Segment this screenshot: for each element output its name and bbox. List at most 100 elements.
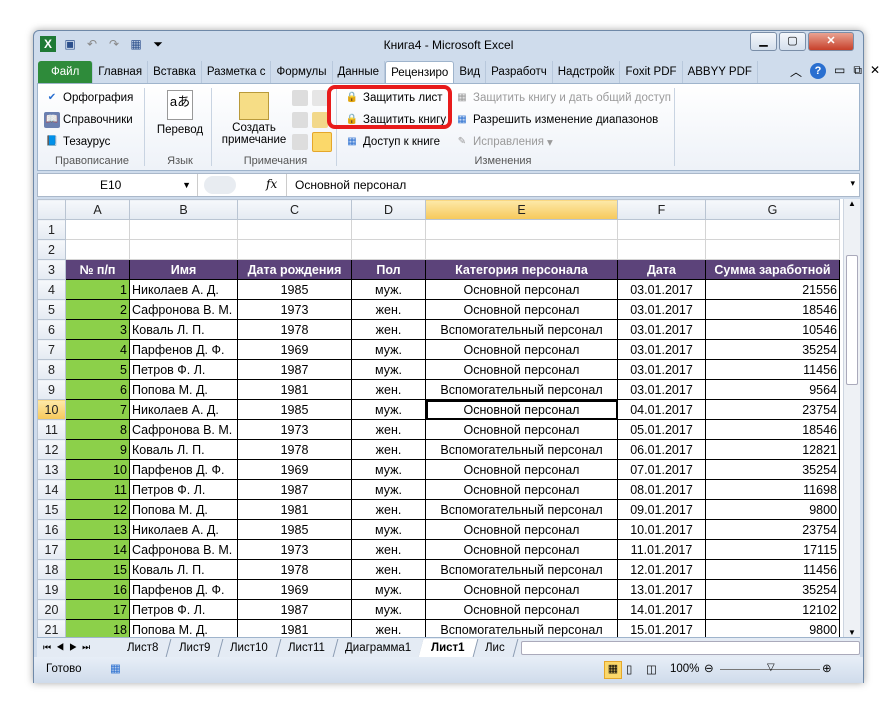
cell[interactable]: 1 xyxy=(65,279,130,300)
cell[interactable]: 08.01.2017 xyxy=(617,479,706,500)
cell[interactable]: Сафронова В. М. xyxy=(129,299,238,320)
cell[interactable] xyxy=(617,239,706,260)
share-workbook-button[interactable]: ▦ Доступ к книге xyxy=(344,134,440,150)
maximize-button[interactable]: ▢ xyxy=(779,32,806,51)
cell[interactable]: жен. xyxy=(351,499,426,520)
row-header[interactable]: 4 xyxy=(37,279,66,300)
column-header-G[interactable]: G xyxy=(705,199,840,220)
cell[interactable]: 14.01.2017 xyxy=(617,599,706,620)
cell[interactable]: 4 xyxy=(65,339,130,360)
cell[interactable] xyxy=(425,219,618,240)
cell[interactable]: 1969 xyxy=(237,339,352,360)
cell[interactable]: 12102 xyxy=(705,599,840,620)
scroll-up-icon[interactable]: ▲ xyxy=(844,199,860,215)
row-header[interactable]: 11 xyxy=(37,419,66,440)
cell[interactable]: 03.01.2017 xyxy=(617,279,706,300)
cell[interactable] xyxy=(425,239,618,260)
new-comment-button[interactable]: Создать примечание xyxy=(218,88,290,146)
cell[interactable]: 11698 xyxy=(705,479,840,500)
column-title[interactable]: Пол xyxy=(351,259,426,280)
cell[interactable] xyxy=(351,219,426,240)
cell[interactable] xyxy=(65,239,130,260)
collapse-ribbon-icon[interactable]: ︿ xyxy=(790,63,802,80)
cell[interactable]: 6 xyxy=(65,379,130,400)
active-cell[interactable]: Основной персонал xyxy=(425,399,618,420)
cell[interactable]: муж. xyxy=(351,479,426,500)
tab-2[interactable]: Вставка xyxy=(148,61,202,83)
cell[interactable]: 1969 xyxy=(237,459,352,480)
page-break-view-icon[interactable]: ◫ xyxy=(646,662,657,676)
cell[interactable]: 03.01.2017 xyxy=(617,339,706,360)
column-header-E[interactable]: E xyxy=(425,199,618,220)
show-ink-icon[interactable] xyxy=(312,90,328,106)
cell[interactable]: муж. xyxy=(351,359,426,380)
cell[interactable]: Вспомогательный персонал xyxy=(425,439,618,460)
macro-record-icon[interactable]: ▦ xyxy=(110,661,121,675)
cell[interactable]: Основной персонал xyxy=(425,579,618,600)
tab-9[interactable]: Надстройк xyxy=(553,61,621,83)
sheet-tab[interactable]: Лист11 xyxy=(275,638,339,657)
column-title[interactable]: Дата рождения xyxy=(237,259,352,280)
cell[interactable]: жен. xyxy=(351,539,426,560)
cell[interactable]: 14 xyxy=(65,539,130,560)
column-title[interactable]: Сумма заработной xyxy=(705,259,840,280)
thesaurus-button[interactable]: 📘 Тезаурус xyxy=(44,134,111,150)
cell[interactable]: 23754 xyxy=(705,399,840,420)
cell[interactable]: 10.01.2017 xyxy=(617,519,706,540)
doc-minimize-icon[interactable]: ▭ xyxy=(834,63,845,80)
tab-7[interactable]: Вид xyxy=(454,61,487,83)
sheet-tab[interactable]: Диаграмма1 xyxy=(332,638,425,657)
vertical-scroll-thumb[interactable] xyxy=(846,255,858,385)
allow-edit-ranges-button[interactable]: ▦ Разрешить изменение диапазонов xyxy=(454,112,658,128)
cell[interactable]: Попова М. Д. xyxy=(129,499,238,520)
cell[interactable]: 13.01.2017 xyxy=(617,579,706,600)
cell[interactable]: 1973 xyxy=(237,419,352,440)
column-header-C[interactable]: C xyxy=(237,199,352,220)
cell[interactable]: муж. xyxy=(351,339,426,360)
cell[interactable] xyxy=(705,219,840,240)
cell[interactable]: 1978 xyxy=(237,319,352,340)
page-layout-view-icon[interactable]: ▯ xyxy=(626,662,632,676)
cell[interactable]: Основной персонал xyxy=(425,339,618,360)
cell[interactable]: Основной персонал xyxy=(425,459,618,480)
row-header[interactable]: 13 xyxy=(37,459,66,480)
formula-input[interactable]: Основной персонал xyxy=(286,174,846,196)
tab-0[interactable]: Файл xyxy=(38,61,94,83)
cell[interactable]: 10 xyxy=(65,459,130,480)
cell[interactable]: 18546 xyxy=(705,299,840,320)
cell[interactable]: 06.01.2017 xyxy=(617,439,706,460)
row-header[interactable]: 12 xyxy=(37,439,66,460)
zoom-in-icon[interactable]: ⊕ xyxy=(822,661,832,675)
cell[interactable]: 18546 xyxy=(705,419,840,440)
row-header[interactable]: 15 xyxy=(37,499,66,520)
cell[interactable]: Петров Ф. Л. xyxy=(129,359,238,380)
cell[interactable]: 23754 xyxy=(705,519,840,540)
row-header[interactable]: 18 xyxy=(37,559,66,580)
row-header[interactable]: 6 xyxy=(37,319,66,340)
show-all-comments-icon[interactable] xyxy=(312,112,328,128)
cell[interactable]: 8 xyxy=(65,419,130,440)
cell[interactable] xyxy=(237,239,352,260)
cell[interactable]: 15 xyxy=(65,559,130,580)
cell[interactable]: Вспомогательный персонал xyxy=(425,319,618,340)
cell[interactable]: 1973 xyxy=(237,539,352,560)
cell[interactable]: Николаев А. Д. xyxy=(129,399,238,420)
cell[interactable]: 9 xyxy=(65,439,130,460)
sheet-tab[interactable]: Лист10 xyxy=(217,638,282,657)
track-changes-button[interactable]: ✎ Исправления ▾ xyxy=(454,134,553,150)
column-header-A[interactable]: A xyxy=(65,199,130,220)
cell[interactable]: 1985 xyxy=(237,279,352,300)
normal-view-icon[interactable]: ▦ xyxy=(604,661,622,679)
cell[interactable]: жен. xyxy=(351,379,426,400)
research-button[interactable]: 📖 Справочники xyxy=(44,112,133,128)
cell[interactable]: Основной персонал xyxy=(425,299,618,320)
name-box[interactable]: E10 ▼ xyxy=(38,174,198,196)
tab-3[interactable]: Разметка с xyxy=(202,61,272,83)
zoom-slider-thumb[interactable]: ▽ xyxy=(767,662,775,673)
row-header[interactable]: 17 xyxy=(37,539,66,560)
cell[interactable]: 16 xyxy=(65,579,130,600)
cell[interactable]: 7 xyxy=(65,399,130,420)
cell[interactable]: 1981 xyxy=(237,379,352,400)
column-header-D[interactable]: D xyxy=(351,199,426,220)
cell[interactable]: 07.01.2017 xyxy=(617,459,706,480)
